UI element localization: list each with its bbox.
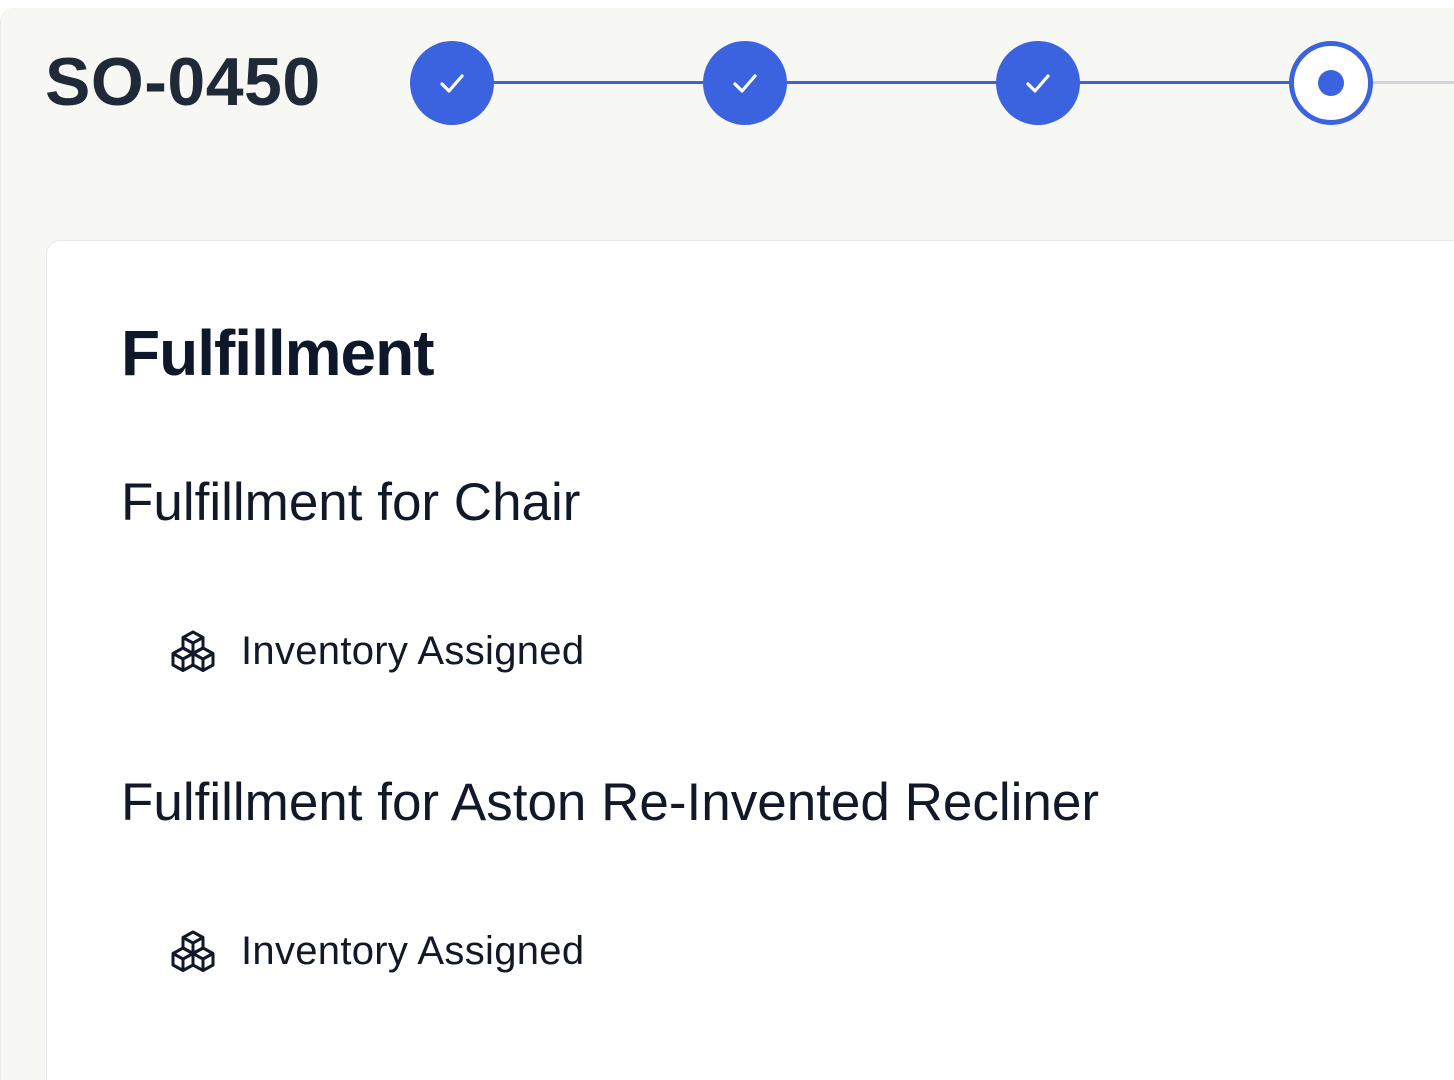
window-top-strip [0, 0, 1454, 8]
boxes-icon [169, 627, 217, 675]
step-connector [1079, 81, 1291, 84]
card-title: Fulfillment [121, 317, 435, 389]
step-connector-pending [1372, 81, 1454, 84]
fulfillment-card: Fulfillment Fulfillment for Chair Invent… [46, 240, 1454, 1080]
fulfillment-title: Fulfillment for Aston Re-Invented Reclin… [121, 773, 1099, 832]
step-1-complete[interactable] [410, 41, 494, 125]
check-icon [733, 74, 757, 93]
step-2-complete[interactable] [703, 41, 787, 125]
check-icon [440, 74, 464, 93]
boxes-icon [169, 927, 217, 975]
step-connector [786, 81, 998, 84]
fulfillment-title: Fulfillment for Chair [121, 473, 581, 532]
step-connector [493, 81, 705, 84]
step-4-current[interactable] [1289, 41, 1373, 125]
progress-stepper [1, 8, 1454, 158]
fulfillment-section-chair: Fulfillment for Chair [121, 471, 580, 535]
fulfillment-section-recliner: Fulfillment for Aston Re-Invented Reclin… [121, 771, 1099, 835]
order-header: SO-0450 [1, 8, 1454, 158]
status-label: Inventory Assigned [241, 928, 585, 973]
check-icon [1026, 74, 1050, 93]
status-row: Inventory Assigned [169, 927, 584, 975]
order-page: SO-0450 Fulfillment Fulfillment for Chai… [0, 8, 1454, 1080]
step-3-complete[interactable] [996, 41, 1080, 125]
current-dot-icon [1318, 70, 1344, 96]
status-row: Inventory Assigned [169, 627, 584, 675]
status-label: Inventory Assigned [241, 628, 585, 673]
